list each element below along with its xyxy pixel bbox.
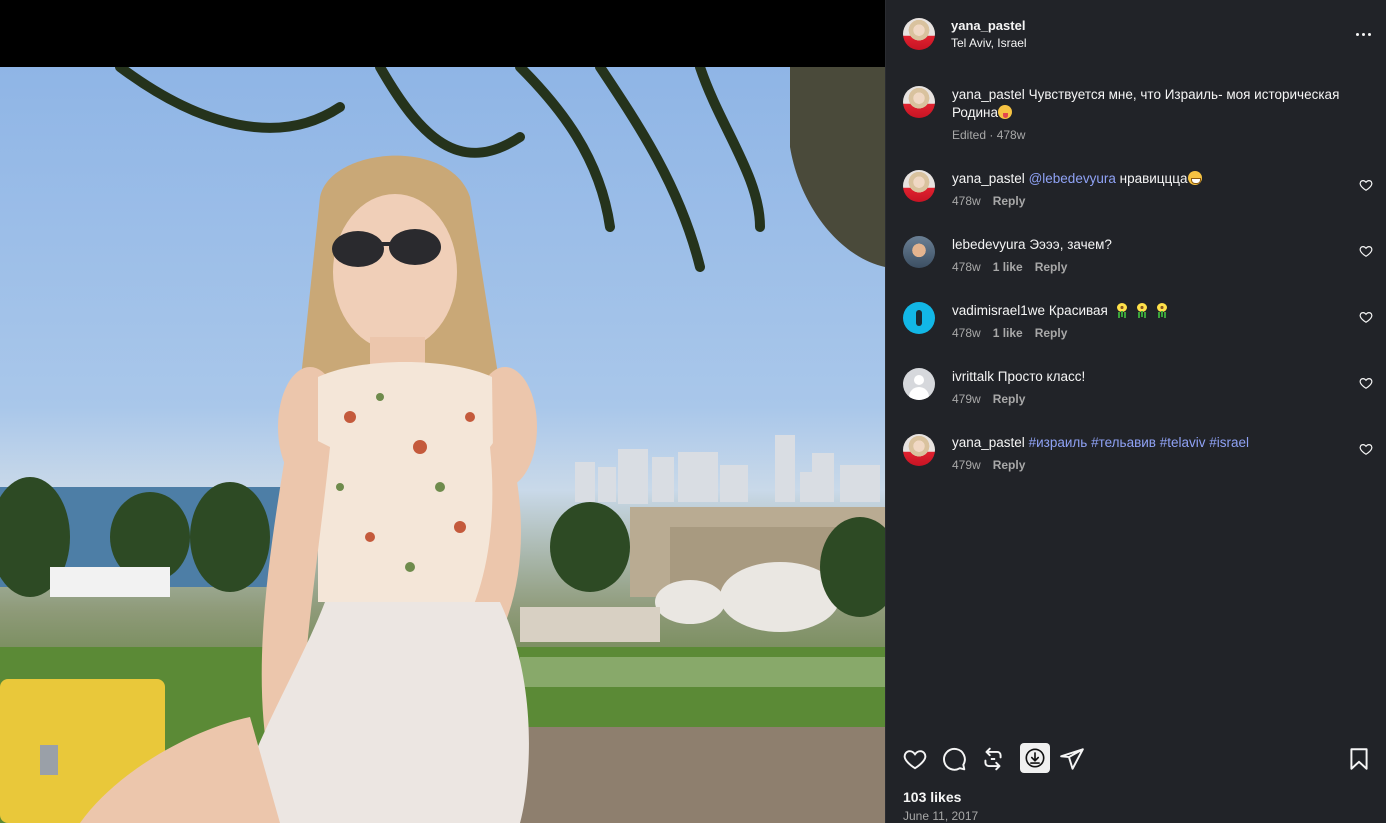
comment-time: 478w [952,194,981,208]
reply-button[interactable]: Reply [1035,326,1068,340]
caption: yana_pastel Чувствуется мне, что Израиль… [886,86,1386,170]
post-viewer: yana_pastel Tel Aviv, Israel yana_pastel… [0,0,1386,823]
heart-icon[interactable] [1359,178,1373,192]
heart-icon[interactable] [1359,244,1373,258]
comment-username[interactable]: ivrittalk [952,369,994,384]
tongue-face-emoji [998,105,1013,119]
comment-text: yana_pastel @lebedevyura нравиццца [952,170,1342,188]
avatar[interactable] [903,18,935,50]
comment-time: 479w [952,392,981,406]
comment-button[interactable] [941,746,967,772]
comment-body: lebedevyura Ээээ, зачем? 478w 1 like Rep… [952,236,1342,302]
avatar[interactable] [903,302,935,334]
caption-text: yana_pastel Чувствуется мне, что Израиль… [952,86,1342,122]
save-button[interactable] [1346,746,1372,772]
caption-body: yana_pastel Чувствуется мне, что Израиль… [952,86,1342,170]
author-username[interactable]: yana_pastel [951,17,1027,34]
reply-button[interactable]: Reply [993,458,1026,472]
share-icon [1060,748,1084,770]
more-options-icon[interactable] [1351,24,1375,44]
mention-link[interactable]: @lebedevyura [1029,171,1116,186]
comment-message: нравиццца [1119,171,1188,186]
comment-item: ivrittalk Просто класс! 479w Reply [886,368,1386,434]
comment-text: lebedevyura Ээээ, зачем? [952,236,1342,254]
flower-emoji [1155,303,1169,317]
comment-body: yana_pastel #израиль #тельавив #telaviv … [952,434,1342,500]
flower-emoji [1135,303,1149,317]
comment-likes[interactable]: 1 like [993,260,1023,274]
like-button[interactable] [902,746,928,772]
avatar[interactable] [903,170,935,202]
heart-icon[interactable] [1359,376,1373,390]
reply-button[interactable]: Reply [993,194,1026,208]
comment-meta: 478w 1 like Reply [952,326,1342,340]
post-header: yana_pastel Tel Aviv, Israel [886,0,1386,68]
post-sidebar: yana_pastel Tel Aviv, Israel yana_pastel… [885,0,1386,823]
comment-message: Просто класс! [997,369,1086,384]
caption-edited-time: Edited · 478w [952,128,1026,142]
comment-text: vadimisrael1we Красивая [952,302,1342,320]
comment-body: vadimisrael1we Красивая 478w 1 like Repl… [952,302,1342,368]
comment-item: vadimisrael1we Красивая 478w 1 like Repl… [886,302,1386,368]
comment-message: Ээээ, зачем? [1029,237,1112,252]
heart-icon[interactable] [1359,310,1373,324]
hashtag-link[interactable]: #israel [1209,435,1249,450]
comment-body: yana_pastel @lebedevyura нравиццца 478w … [952,170,1342,236]
download-button[interactable] [1020,743,1050,773]
caption-meta: Edited · 478w [952,128,1342,142]
comment-meta: 478w 1 like Reply [952,260,1342,274]
comment-meta: 479w Reply [952,392,1342,406]
bookmark-icon [1350,748,1368,770]
avatar[interactable] [903,236,935,268]
post-photo[interactable] [0,67,885,823]
reply-button[interactable]: Reply [1035,260,1068,274]
comment-time: 479w [952,458,981,472]
comment-body: ivrittalk Просто класс! 479w Reply [952,368,1342,434]
avatar[interactable] [903,434,935,466]
comment-icon [943,748,966,771]
repost-button[interactable] [980,746,1006,772]
grin-emoji [1187,171,1202,185]
hashtag-link[interactable]: #telaviv [1160,435,1206,450]
post-location[interactable]: Tel Aviv, Israel [951,35,1027,51]
post-media[interactable] [0,0,885,823]
comment-time: 478w [952,260,981,274]
caption-username[interactable]: yana_pastel [952,87,1025,102]
avatar[interactable] [903,368,935,400]
share-button[interactable] [1059,746,1085,772]
likes-count[interactable]: 103 likes [903,789,961,805]
comment-text: ivrittalk Просто класс! [952,368,1342,386]
reply-button[interactable]: Reply [993,392,1026,406]
hashtag-link[interactable]: #тельавив [1091,435,1156,450]
repost-icon [984,747,1002,771]
comment-text: yana_pastel #израиль #тельавив #telaviv … [952,434,1342,452]
flower-emoji [1115,303,1129,317]
heart-icon[interactable] [1359,442,1373,456]
action-bar [886,741,1386,777]
comment-username[interactable]: lebedevyura [952,237,1026,252]
photo-illustration [0,67,885,823]
comment-username[interactable]: yana_pastel [952,171,1025,186]
download-icon [1025,748,1045,768]
heart-icon [903,750,927,770]
comment-item: yana_pastel #израиль #тельавив #telaviv … [886,434,1386,500]
comment-item: yana_pastel @lebedevyura нравиццца 478w … [886,170,1386,236]
comment-time: 478w [952,326,981,340]
header-text: yana_pastel Tel Aviv, Israel [951,17,1027,51]
comment-username[interactable]: vadimisrael1we [952,303,1045,318]
comment-meta: 478w Reply [952,194,1342,208]
hashtag-link[interactable]: #израиль [1029,435,1088,450]
post-date[interactable]: June 11, 2017 [903,809,978,823]
comment-username[interactable]: yana_pastel [952,435,1025,450]
comment-item: lebedevyura Ээээ, зачем? 478w 1 like Rep… [886,236,1386,302]
comment-likes[interactable]: 1 like [993,326,1023,340]
comments-list: yana_pastel Чувствуется мне, что Израиль… [886,86,1386,500]
comment-meta: 479w Reply [952,458,1342,472]
avatar[interactable] [903,86,935,118]
comment-message: Красивая [1048,303,1108,318]
